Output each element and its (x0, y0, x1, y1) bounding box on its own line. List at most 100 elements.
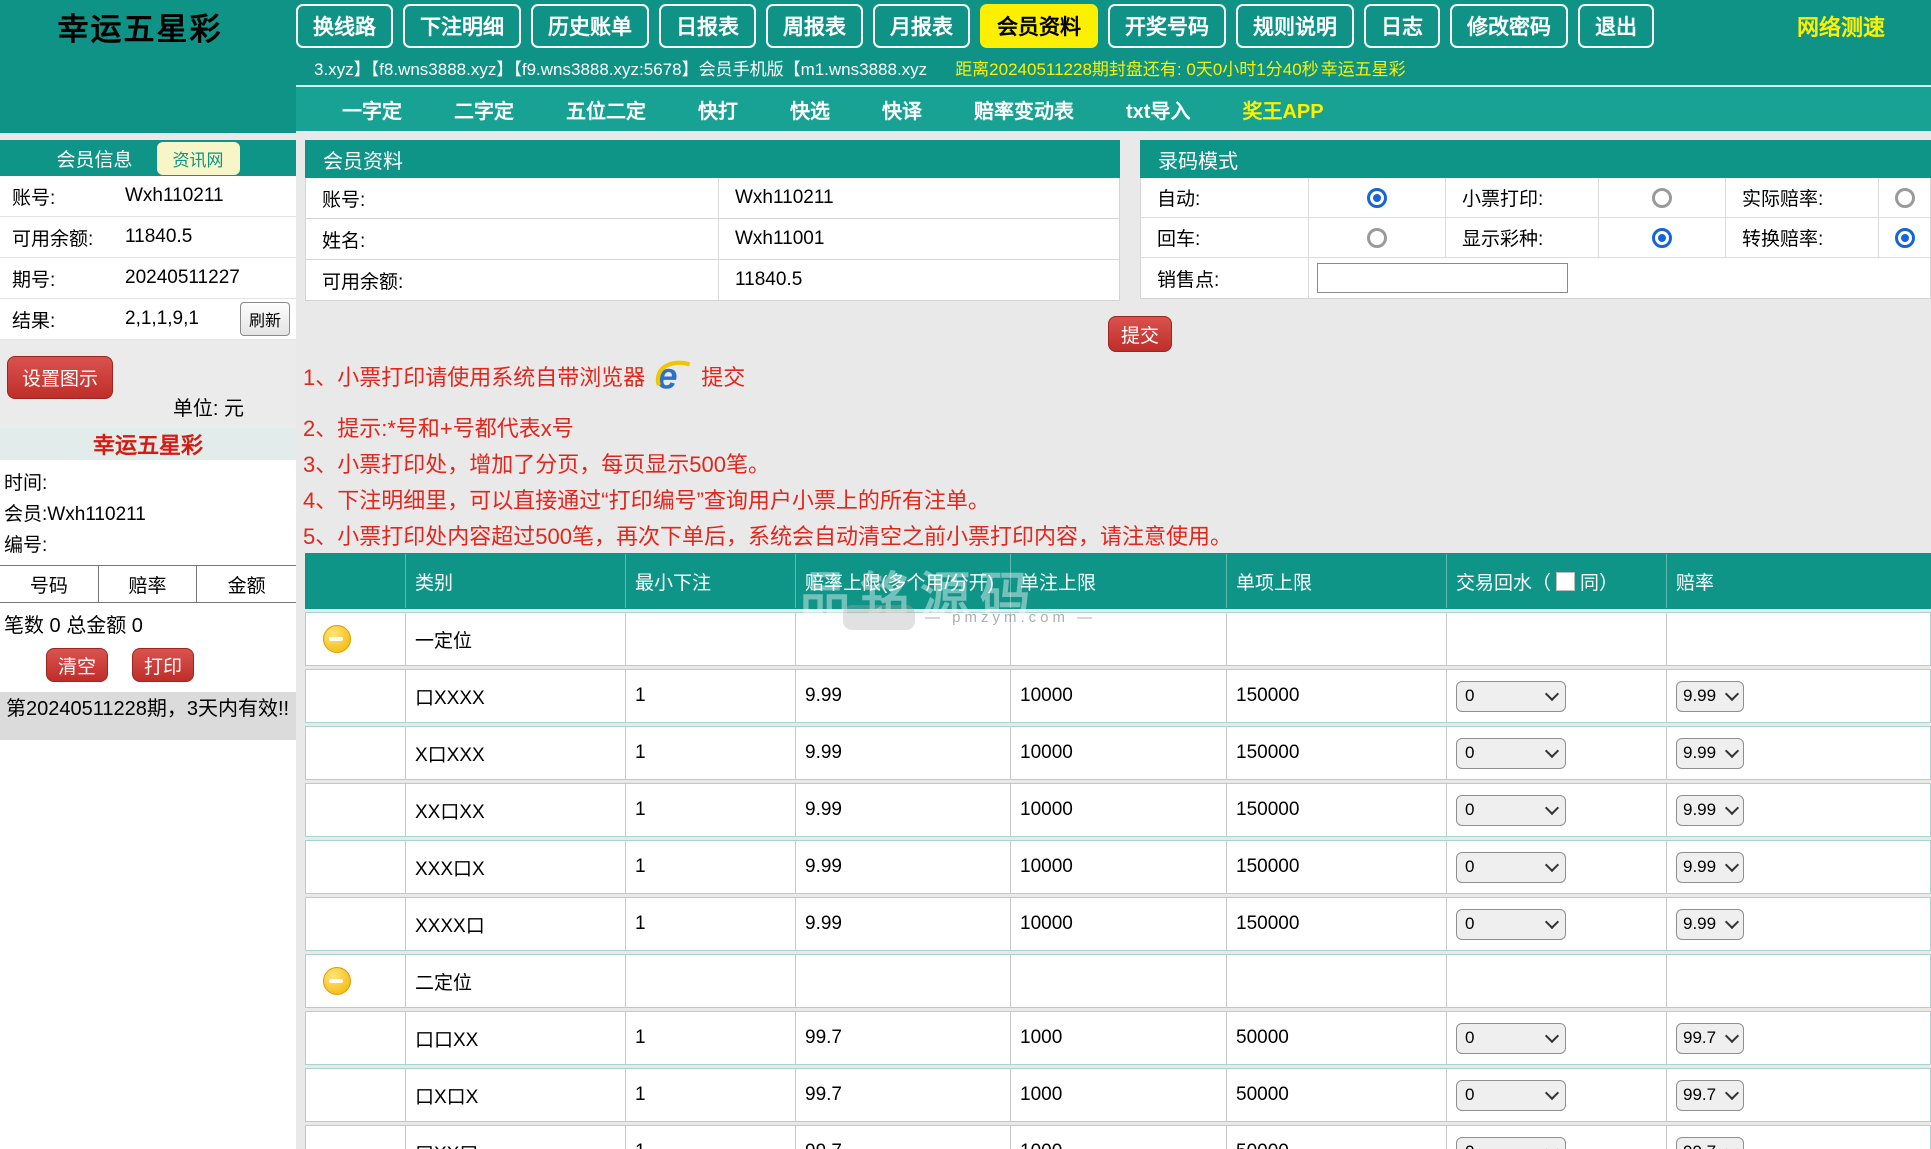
cell-bet-limit: 10000 (1011, 784, 1227, 836)
receipt-print-radio[interactable] (1652, 188, 1672, 208)
rebate-select[interactable]: 0 (1456, 852, 1566, 883)
cell-bet-limit: 1000 (1011, 1012, 1227, 1064)
rebate-select[interactable]: 0 (1456, 1137, 1566, 1149)
tab-five-pos-two[interactable]: 五位二定 (566, 95, 646, 124)
cell-min-bet: 1 (626, 670, 796, 722)
header-item-limit: 单项上限 (1227, 554, 1447, 608)
rebate-same-checkbox[interactable] (1556, 572, 1575, 591)
chevron-down-icon (1545, 744, 1559, 758)
member-profile-panel: 会员资料 账号: Wxh110211 姓名: Wxh11001 可用余额: 11… (305, 140, 1120, 301)
table-row: 口XXXX 1 9.99 10000 150000 0 9.99 (305, 669, 1931, 723)
nav-weekly-report[interactable]: 周报表 (766, 4, 863, 48)
table-row: 口XX口 1 99.7 1000 50000 0 99.7 (305, 1125, 1931, 1149)
enter-radio[interactable] (1367, 228, 1387, 248)
header-odds: 赔率 (1667, 554, 1930, 608)
refresh-button[interactable]: 刷新 (240, 302, 290, 336)
news-site-button[interactable]: 资讯网 (157, 142, 240, 175)
rebate-value: 0 (1465, 1085, 1474, 1105)
record-mode-grid: 自动: 小票打印: 实际赔率: 回车: 显示彩种: 转换赔率: 销售点: (1140, 178, 1931, 299)
auto-radio[interactable] (1367, 188, 1387, 208)
table-header-row: 类别 最小下注 赔率上限(多个用/分开) 单注上限 单项上限 交易回水（ 同） … (305, 553, 1931, 609)
odds-value: 9.99 (1683, 800, 1716, 820)
receipt-print-label: 小票打印: (1446, 178, 1599, 218)
clear-button[interactable]: 清空 (46, 648, 108, 682)
print-button[interactable]: 打印 (132, 648, 194, 682)
collapse-minus-icon[interactable] (323, 967, 351, 995)
result-label: 结果: (0, 306, 125, 333)
tab-quick-pick[interactable]: 快选 (790, 95, 830, 124)
odds-select[interactable]: 9.99 (1676, 909, 1744, 940)
tab-txt-import[interactable]: txt导入 (1126, 95, 1190, 124)
odds-value: 9.99 (1683, 857, 1716, 877)
rebate-select[interactable]: 0 (1456, 795, 1566, 826)
nav-log[interactable]: 日志 (1364, 4, 1440, 48)
cell-item-limit: 150000 (1227, 784, 1447, 836)
show-lottery-radio[interactable] (1652, 228, 1672, 248)
submit-button[interactable]: 提交 (1108, 316, 1172, 352)
ticket-buttons: 清空 打印 (0, 642, 296, 692)
tab-quick-type[interactable]: 快打 (698, 95, 738, 124)
odds-select[interactable]: 99.7 (1676, 1023, 1744, 1054)
member-info-title: 会员信息 (56, 145, 132, 172)
rebate-value: 0 (1465, 743, 1474, 763)
nav-bet-details[interactable]: 下注明细 (403, 4, 521, 48)
nav-draw-numbers[interactable]: 开奖号码 (1108, 4, 1226, 48)
set-icon-button[interactable]: 设置图示 (7, 356, 113, 399)
odds-select[interactable]: 9.99 (1676, 738, 1744, 769)
nav-rules[interactable]: 规则说明 (1236, 4, 1354, 48)
cell-max-odds: 99.7 (796, 1012, 1011, 1064)
sales-point-input[interactable] (1317, 263, 1568, 293)
nav-history-bills[interactable]: 历史账单 (531, 4, 649, 48)
page: 幸运五星彩 换线路 下注明细 历史账单 日报表 周报表 月报表 会员资料 开奖号… (0, 0, 1931, 1149)
chevron-down-icon (1725, 858, 1739, 872)
cell-bet-limit: 1000 (1011, 1126, 1227, 1149)
mirror-urls: 3.xyz】【f8.wns3888.xyz】【f9.wns3888.xyz:56… (314, 55, 927, 80)
nav-change-line[interactable]: 换线路 (296, 4, 393, 48)
nav-monthly-report[interactable]: 月报表 (873, 4, 970, 48)
cell-category: X口XXX (406, 727, 626, 779)
chevron-down-icon (1725, 915, 1739, 929)
nav-change-password[interactable]: 修改密码 (1450, 4, 1568, 48)
cell-item-limit: 150000 (1227, 841, 1447, 893)
account-row: 账号: Wxh110211 (0, 176, 296, 217)
collapse-minus-icon[interactable] (323, 625, 351, 653)
cell-bet-limit: 10000 (1011, 841, 1227, 893)
header-bet-limit: 单注上限 (1011, 554, 1227, 608)
profile-name-row: 姓名: Wxh11001 (305, 219, 1120, 260)
table-row: X口XXX 1 9.99 10000 150000 0 9.99 (305, 726, 1931, 780)
rebate-select[interactable]: 0 (1456, 681, 1566, 712)
nav-daily-report[interactable]: 日报表 (659, 4, 756, 48)
odds-select[interactable]: 9.99 (1676, 795, 1744, 826)
cell-min-bet: 1 (626, 1069, 796, 1121)
sidebar-strip: 设置图示 单位: 元 (0, 340, 296, 428)
auto-label: 自动: (1141, 178, 1309, 218)
table-row: 口口XX 1 99.7 1000 50000 0 99.7 (305, 1011, 1931, 1065)
close-countdown: 距离20240511228期封盘还有: 0天0小时1分40秒 (955, 55, 1318, 80)
convert-odds-radio[interactable] (1895, 228, 1915, 248)
odds-select[interactable]: 99.7 (1676, 1080, 1744, 1111)
tab-odds-change-table[interactable]: 赔率变动表 (974, 95, 1074, 124)
tab-two-digit[interactable]: 二字定 (454, 95, 514, 124)
ticket-member-label: 会员:Wxh110211 (4, 499, 296, 530)
rebate-select[interactable]: 0 (1456, 738, 1566, 769)
odds-select[interactable]: 9.99 (1676, 852, 1744, 883)
rebate-select[interactable]: 0 (1456, 1023, 1566, 1054)
sales-point-label: 销售点: (1141, 258, 1309, 298)
chevron-down-icon (1545, 687, 1559, 701)
odds-select[interactable]: 99.7 (1676, 1137, 1744, 1149)
cell-max-odds: 99.7 (796, 1126, 1011, 1149)
tab-one-digit[interactable]: 一字定 (342, 95, 402, 124)
balance-value: 11840.5 (125, 226, 296, 248)
rebate-value: 0 (1465, 1028, 1474, 1048)
odds-select[interactable]: 9.99 (1676, 681, 1744, 712)
network-speed-link[interactable]: 网络测速 (1797, 10, 1885, 42)
nav-member-profile[interactable]: 会员资料 (980, 4, 1098, 48)
rebate-select[interactable]: 0 (1456, 909, 1566, 940)
tab-king-app[interactable]: 奖王APP (1242, 95, 1323, 124)
rebate-select[interactable]: 0 (1456, 1080, 1566, 1111)
nav-logout[interactable]: 退出 (1578, 4, 1654, 48)
odds-value: 99.7 (1683, 1142, 1716, 1149)
actual-odds-radio[interactable] (1895, 188, 1915, 208)
cell-max-odds: 9.99 (796, 727, 1011, 779)
tab-quick-translate[interactable]: 快译 (882, 95, 922, 124)
